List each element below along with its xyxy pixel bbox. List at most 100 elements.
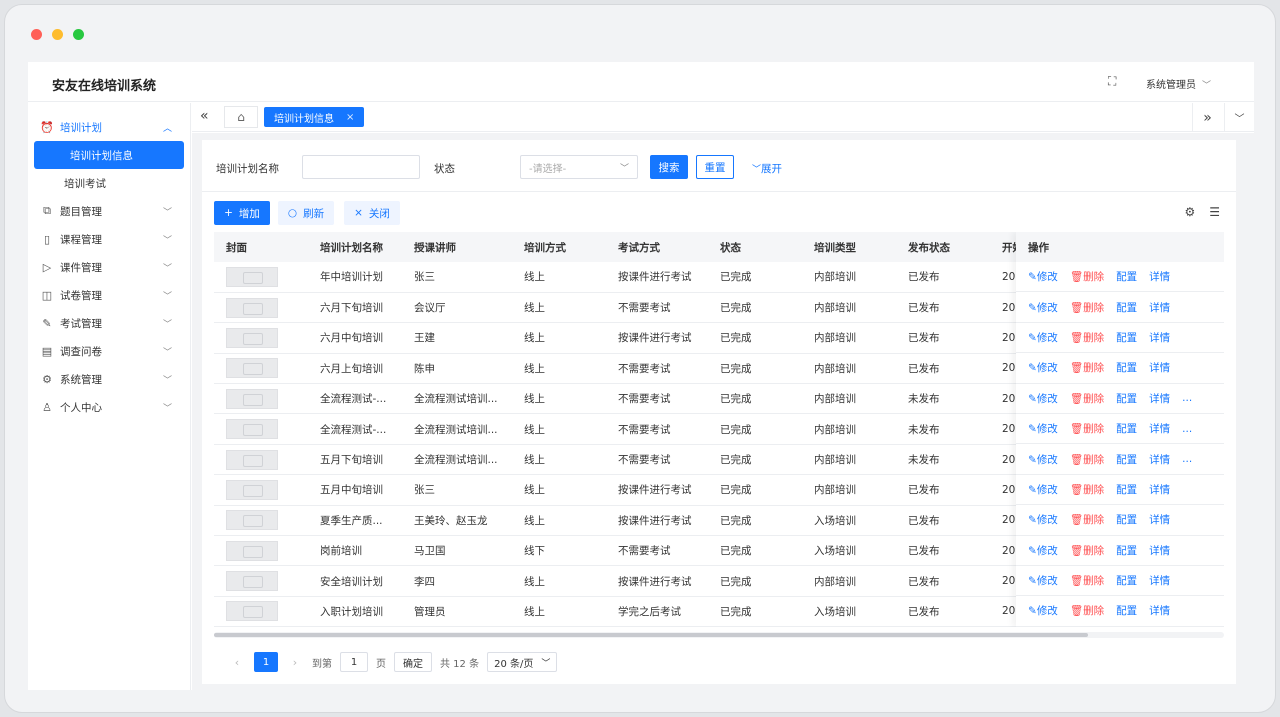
sidebar-item-questions[interactable]: ⧉ 题目管理 ﹀ xyxy=(28,197,190,225)
edit-link[interactable]: ✎修改 xyxy=(1028,512,1058,527)
cover-image-placeholder-icon[interactable] xyxy=(226,266,278,287)
detail-link[interactable]: 详情 xyxy=(1149,512,1170,527)
reset-button[interactable]: 重置 xyxy=(696,155,734,179)
delete-link[interactable]: 🗑删除 xyxy=(1070,269,1104,284)
delete-link[interactable]: 🗑删除 xyxy=(1070,421,1104,436)
edit-link[interactable]: ✎修改 xyxy=(1028,391,1058,406)
sidebar-item-courses[interactable]: ▯ 课程管理 ﹀ xyxy=(28,225,190,253)
more-actions-link[interactable]: ... xyxy=(1182,423,1192,435)
maximize-window-dot[interactable] xyxy=(73,29,84,40)
detail-link[interactable]: 详情 xyxy=(1149,360,1170,375)
delete-link[interactable]: 🗑删除 xyxy=(1070,482,1104,497)
sidebar-item-system[interactable]: ⚙ 系统管理 ﹀ xyxy=(28,365,190,393)
edit-link[interactable]: ✎修改 xyxy=(1028,573,1058,588)
search-button[interactable]: 搜索 xyxy=(650,155,688,179)
detail-link[interactable]: 详情 xyxy=(1149,421,1170,436)
config-link[interactable]: 配置 xyxy=(1116,603,1137,618)
config-link[interactable]: 配置 xyxy=(1116,360,1137,375)
detail-link[interactable]: 详情 xyxy=(1149,330,1170,345)
sidebar-subitem-training-exam[interactable]: 培训考试 xyxy=(28,169,190,197)
delete-link[interactable]: 🗑删除 xyxy=(1070,603,1104,618)
delete-link[interactable]: 🗑删除 xyxy=(1070,543,1104,558)
detail-link[interactable]: 详情 xyxy=(1149,543,1170,558)
refresh-button[interactable]: ○ 刷新 xyxy=(278,201,334,225)
config-link[interactable]: 配置 xyxy=(1116,512,1137,527)
goto-page-input[interactable]: 1 xyxy=(340,652,368,672)
sidebar-subitem-plan-info[interactable]: 培训计划信息 xyxy=(34,141,184,169)
page-number-current[interactable]: 1 xyxy=(254,652,278,672)
minimize-window-dot[interactable] xyxy=(52,29,63,40)
sidebar-item-papers[interactable]: ◫ 试卷管理 ﹀ xyxy=(28,281,190,309)
tab-plan-info[interactable]: 培训计划信息 × xyxy=(264,107,365,127)
cover-image-placeholder-icon[interactable] xyxy=(226,601,278,622)
edit-link[interactable]: ✎修改 xyxy=(1028,269,1058,284)
config-link[interactable]: 配置 xyxy=(1116,482,1137,497)
cover-image-placeholder-icon[interactable] xyxy=(226,540,278,561)
close-button[interactable]: × 关闭 xyxy=(344,201,400,225)
column-header[interactable]: 状态 xyxy=(708,232,802,262)
cover-image-placeholder-icon[interactable] xyxy=(226,297,278,318)
config-link[interactable]: 配置 xyxy=(1116,421,1137,436)
scrollbar-thumb[interactable] xyxy=(214,633,1088,637)
column-header[interactable]: 发布状态 xyxy=(896,232,990,262)
horizontal-scrollbar[interactable] xyxy=(214,632,1224,638)
config-link[interactable]: 配置 xyxy=(1116,543,1137,558)
cover-image-placeholder-icon[interactable] xyxy=(226,388,278,409)
edit-link[interactable]: ✎修改 xyxy=(1028,330,1058,345)
cover-image-placeholder-icon[interactable] xyxy=(226,449,278,470)
column-header[interactable]: 培训计划名称 xyxy=(308,232,402,262)
delete-link[interactable]: 🗑删除 xyxy=(1070,360,1104,375)
more-actions-link[interactable]: ... xyxy=(1182,392,1192,404)
home-tab-icon[interactable]: ⌂ xyxy=(224,106,258,128)
column-density-icon[interactable]: ☰ xyxy=(1209,205,1220,219)
sidebar-item-exams[interactable]: ✎ 考试管理 ﹀ xyxy=(28,309,190,337)
column-header[interactable]: 封面 xyxy=(214,232,308,262)
more-actions-link[interactable]: ... xyxy=(1182,453,1192,465)
detail-link[interactable]: 详情 xyxy=(1149,482,1170,497)
edit-link[interactable]: ✎修改 xyxy=(1028,543,1058,558)
status-select[interactable]: -请选择- ﹀ xyxy=(520,155,638,179)
edit-link[interactable]: ✎修改 xyxy=(1028,452,1058,467)
plan-name-input[interactable] xyxy=(302,155,420,179)
close-tab-icon[interactable]: × xyxy=(346,112,354,123)
edit-link[interactable]: ✎修改 xyxy=(1028,300,1058,315)
config-link[interactable]: 配置 xyxy=(1116,269,1137,284)
tabs-menu-chevron-icon[interactable]: ﹀ xyxy=(1224,103,1254,132)
column-header[interactable]: 考试方式 xyxy=(606,232,708,262)
close-window-dot[interactable] xyxy=(31,29,42,40)
config-link[interactable]: 配置 xyxy=(1116,300,1137,315)
detail-link[interactable]: 详情 xyxy=(1149,452,1170,467)
config-link[interactable]: 配置 xyxy=(1116,573,1137,588)
delete-link[interactable]: 🗑删除 xyxy=(1070,391,1104,406)
config-link[interactable]: 配置 xyxy=(1116,452,1137,467)
edit-link[interactable]: ✎修改 xyxy=(1028,421,1058,436)
expand-filters-link[interactable]: ﹀展开 xyxy=(752,161,782,176)
tabs-scroll-right-icon[interactable]: » xyxy=(1192,103,1222,132)
delete-link[interactable]: 🗑删除 xyxy=(1070,330,1104,345)
delete-link[interactable]: 🗑删除 xyxy=(1070,452,1104,467)
fullscreen-icon[interactable]: ⛶ xyxy=(1108,74,1116,89)
settings-gear-icon[interactable]: ⚙ xyxy=(1184,205,1195,219)
add-button[interactable]: + 增加 xyxy=(214,201,270,225)
sidebar-item-survey[interactable]: ▤ 调查问卷 ﹀ xyxy=(28,337,190,365)
cover-image-placeholder-icon[interactable] xyxy=(226,510,278,531)
detail-link[interactable]: 详情 xyxy=(1149,391,1170,406)
user-menu[interactable]: 系统管理员 ﹀ xyxy=(1146,76,1211,91)
goto-confirm-button[interactable]: 确定 xyxy=(394,652,432,672)
cover-image-placeholder-icon[interactable] xyxy=(226,419,278,440)
config-link[interactable]: 配置 xyxy=(1116,330,1137,345)
delete-link[interactable]: 🗑删除 xyxy=(1070,512,1104,527)
detail-link[interactable]: 详情 xyxy=(1149,573,1170,588)
prev-page-icon[interactable]: ‹ xyxy=(226,656,248,669)
sidebar-item-courseware[interactable]: ▷ 课件管理 ﹀ xyxy=(28,253,190,281)
cover-image-placeholder-icon[interactable] xyxy=(226,571,278,592)
column-header[interactable]: 培训方式 xyxy=(512,232,606,262)
detail-link[interactable]: 详情 xyxy=(1149,269,1170,284)
sidebar-item-training-plan[interactable]: ⏰ 培训计划 ︿ xyxy=(28,113,190,141)
detail-link[interactable]: 详情 xyxy=(1149,603,1170,618)
page-size-select[interactable]: 20 条/页 ﹀ xyxy=(487,652,558,672)
cover-image-placeholder-icon[interactable] xyxy=(226,358,278,379)
config-link[interactable]: 配置 xyxy=(1116,391,1137,406)
edit-link[interactable]: ✎修改 xyxy=(1028,603,1058,618)
edit-link[interactable]: ✎修改 xyxy=(1028,360,1058,375)
